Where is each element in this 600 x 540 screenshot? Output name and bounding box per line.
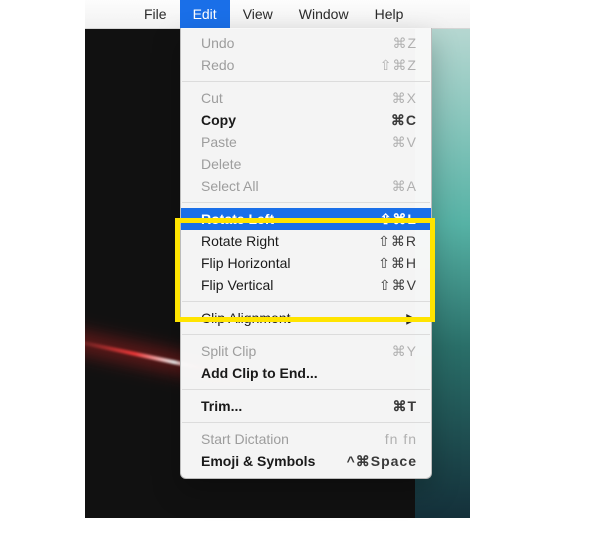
menu-title-label: Help: [375, 6, 404, 22]
menu-item-label: Rotate Left: [201, 211, 380, 227]
menu-item-paste: Paste⌘V: [181, 131, 431, 153]
menu-title-label: Edit: [193, 6, 217, 22]
menu-title-window[interactable]: Window: [286, 0, 362, 28]
menu-separator: [182, 202, 430, 203]
menu-item-undo: Undo⌘Z: [181, 32, 431, 54]
screenshot-stage: FileEditViewWindowHelp Undo⌘ZRedo⇧⌘ZCut⌘…: [0, 0, 600, 540]
menu-item-shortcut: ⇧⌘R: [378, 233, 417, 250]
menu-title-help[interactable]: Help: [362, 0, 417, 28]
menu-item-label: Undo: [201, 35, 392, 51]
menu-item-shortcut: ⇧⌘H: [378, 255, 417, 272]
menu-separator: [182, 81, 430, 82]
menu-title-view[interactable]: View: [230, 0, 286, 28]
menu-item-emoji-symbols[interactable]: Emoji & Symbols^⌘Space: [181, 450, 431, 472]
menu-item-label: Split Clip: [201, 343, 392, 359]
menu-separator: [182, 301, 430, 302]
menu-item-label: Emoji & Symbols: [201, 453, 347, 469]
menu-item-shortcut: ⇧⌘Z: [380, 57, 417, 74]
menu-item-add-clip-to-end[interactable]: Add Clip to End...: [181, 362, 431, 384]
menu-item-flip-vertical[interactable]: Flip Vertical⇧⌘V: [181, 274, 431, 296]
menu-item-shortcut: ⇧⌘V: [379, 277, 417, 294]
menu-item-label: Clip Alignment: [201, 310, 398, 326]
menu-item-label: Trim...: [201, 398, 392, 414]
menu-title-label: File: [144, 6, 167, 22]
menu-item-shortcut: ^⌘Space: [347, 453, 417, 470]
menu-title-label: View: [243, 6, 273, 22]
menu-item-label: Flip Vertical: [201, 277, 379, 293]
menu-item-label: Select All: [201, 178, 392, 194]
menu-item-label: Redo: [201, 57, 380, 73]
menu-item-label: Copy: [201, 112, 391, 128]
menu-title-file[interactable]: File: [131, 0, 180, 28]
menu-item-start-dictation: Start Dictationfn fn: [181, 428, 431, 450]
menu-item-shortcut: ⌘X: [392, 90, 417, 107]
menu-item-trim[interactable]: Trim...⌘T: [181, 395, 431, 417]
menu-item-shortcut: ⇧⌘L: [380, 211, 417, 228]
menubar-leading-space: [85, 0, 131, 28]
menu-item-shortcut: ⌘Y: [392, 343, 417, 360]
menu-item-split-clip: Split Clip⌘Y: [181, 340, 431, 362]
edit-menu-dropdown: Undo⌘ZRedo⇧⌘ZCut⌘XCopy⌘CPaste⌘VDeleteSel…: [180, 28, 432, 479]
menu-separator: [182, 422, 430, 423]
menu-item-label: Paste: [201, 134, 392, 150]
menu-item-rotate-left[interactable]: Rotate Left⇧⌘L: [181, 208, 431, 230]
menu-separator: [182, 389, 430, 390]
menu-item-label: Delete: [201, 156, 417, 172]
menu-item-label: Cut: [201, 90, 392, 106]
menu-item-label: Rotate Right: [201, 233, 378, 249]
menu-title-label: Window: [299, 6, 349, 22]
menu-item-shortcut: ⌘A: [392, 178, 417, 195]
menu-bar: File Edit View Window Help: [85, 0, 470, 29]
menu-item-shortcut: ⌘V: [392, 134, 417, 151]
menu-item-label: Flip Horizontal: [201, 255, 378, 271]
menu-item-shortcut: ⌘T: [392, 398, 417, 415]
menu-item-delete: Delete: [181, 153, 431, 175]
menu-item-flip-horizontal[interactable]: Flip Horizontal⇧⌘H: [181, 252, 431, 274]
menu-item-shortcut: ⌘Z: [392, 35, 417, 52]
menu-item-label: Add Clip to End...: [201, 365, 417, 381]
menu-item-rotate-right[interactable]: Rotate Right⇧⌘R: [181, 230, 431, 252]
menu-separator: [182, 334, 430, 335]
menu-item-shortcut: ⌘C: [391, 112, 417, 129]
menu-item-redo: Redo⇧⌘Z: [181, 54, 431, 76]
menu-title-edit[interactable]: Edit: [180, 0, 230, 28]
menu-item-copy[interactable]: Copy⌘C: [181, 109, 431, 131]
menu-item-cut: Cut⌘X: [181, 87, 431, 109]
menu-item-label: Start Dictation: [201, 431, 385, 447]
submenu-arrow-icon: ▶: [406, 310, 417, 327]
menu-item-clip-alignment[interactable]: Clip Alignment ▶: [181, 307, 431, 329]
menu-item-select-all: Select All⌘A: [181, 175, 431, 197]
menu-item-shortcut: fn fn: [385, 431, 417, 447]
